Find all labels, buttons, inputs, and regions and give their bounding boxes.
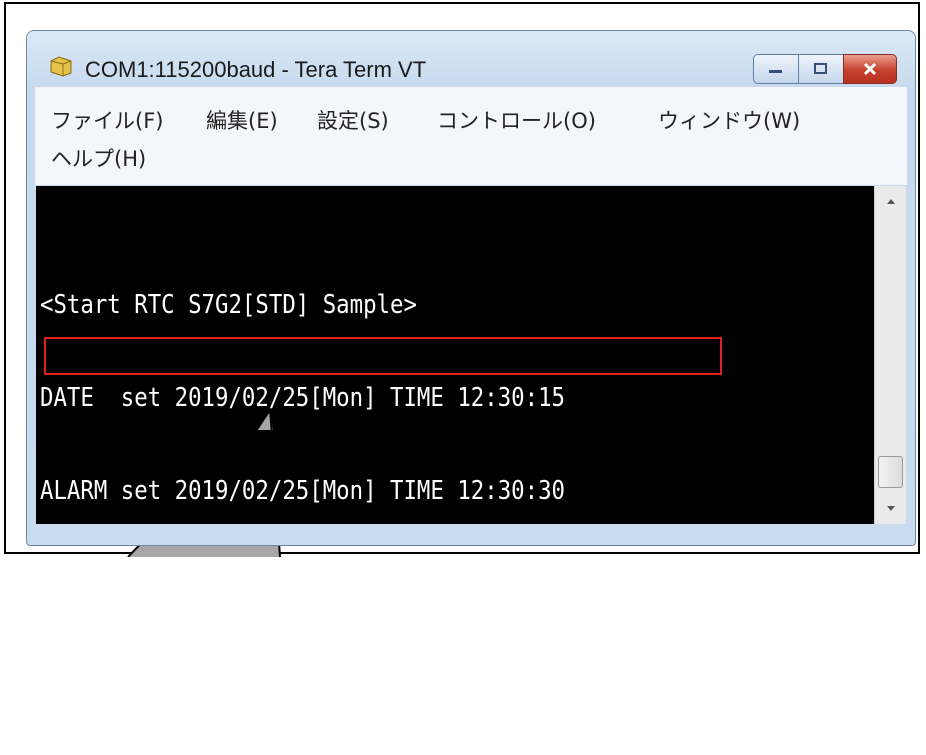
tera-term-app-icon: [50, 56, 72, 77]
close-button[interactable]: [843, 54, 897, 84]
menu-window[interactable]: ウィンドウ(W): [658, 105, 800, 135]
scroll-down-icon: [886, 506, 895, 511]
scroll-up-icon: [886, 199, 895, 204]
minimize-icon: [769, 70, 782, 73]
vertical-scrollbar[interactable]: [874, 186, 906, 524]
menu-help[interactable]: ヘルプ(H): [51, 143, 146, 173]
tera-term-window: COM1:115200baud - Tera Term VT ファイル(F) 編…: [26, 30, 916, 723]
terminal-line-text: DATE get 2019/02/25[Mon] TIME 12:30:48: [147, 693, 673, 723]
minimize-button[interactable]: [753, 54, 799, 84]
maximize-button[interactable]: [798, 54, 844, 84]
menu-bar: ファイル(F) 編集(E) 設定(S) コントロール(O) ウィンドウ(W) ヘ…: [35, 87, 907, 185]
scroll-thumb[interactable]: [878, 456, 903, 488]
menu-control[interactable]: コントロール(O): [437, 105, 596, 135]
terminal-line: <Start RTC S7G2[STD] Sample>: [40, 290, 417, 320]
terminal-line-highlighted: ALARM get 2019/02/25[Mon] TIME 12:30:30: [40, 569, 566, 599]
title-bar[interactable]: COM1:115200baud - Tera Term VT: [27, 31, 915, 84]
menu-settings[interactable]: 設定(S): [317, 105, 389, 135]
text-cursor: [40, 665, 53, 690]
menu-edit[interactable]: 編集(E): [206, 105, 278, 135]
terminal-line: DATE set 2019/02/25[Mon] TIME 12:30:15: [40, 383, 566, 413]
terminal-output: <Start RTC S7G2[STD] Sample> DATE set 20…: [40, 228, 673, 755]
terminal-line: ALARM set 2019/02/25[Mon] TIME 12:30:30: [40, 476, 566, 506]
maximize-icon: [814, 63, 827, 74]
scroll-up-button[interactable]: [875, 188, 906, 214]
close-icon: [863, 62, 877, 76]
terminal-line-cursor: DATE get 2019/02/25[Mon] TIME 12:30:48: [40, 662, 673, 723]
window-controls: [753, 54, 897, 84]
scroll-down-button[interactable]: [875, 496, 906, 522]
highlight-box: [44, 337, 722, 375]
window-title: COM1:115200baud - Tera Term VT: [85, 57, 427, 82]
menu-file[interactable]: ファイル(F): [51, 105, 163, 135]
